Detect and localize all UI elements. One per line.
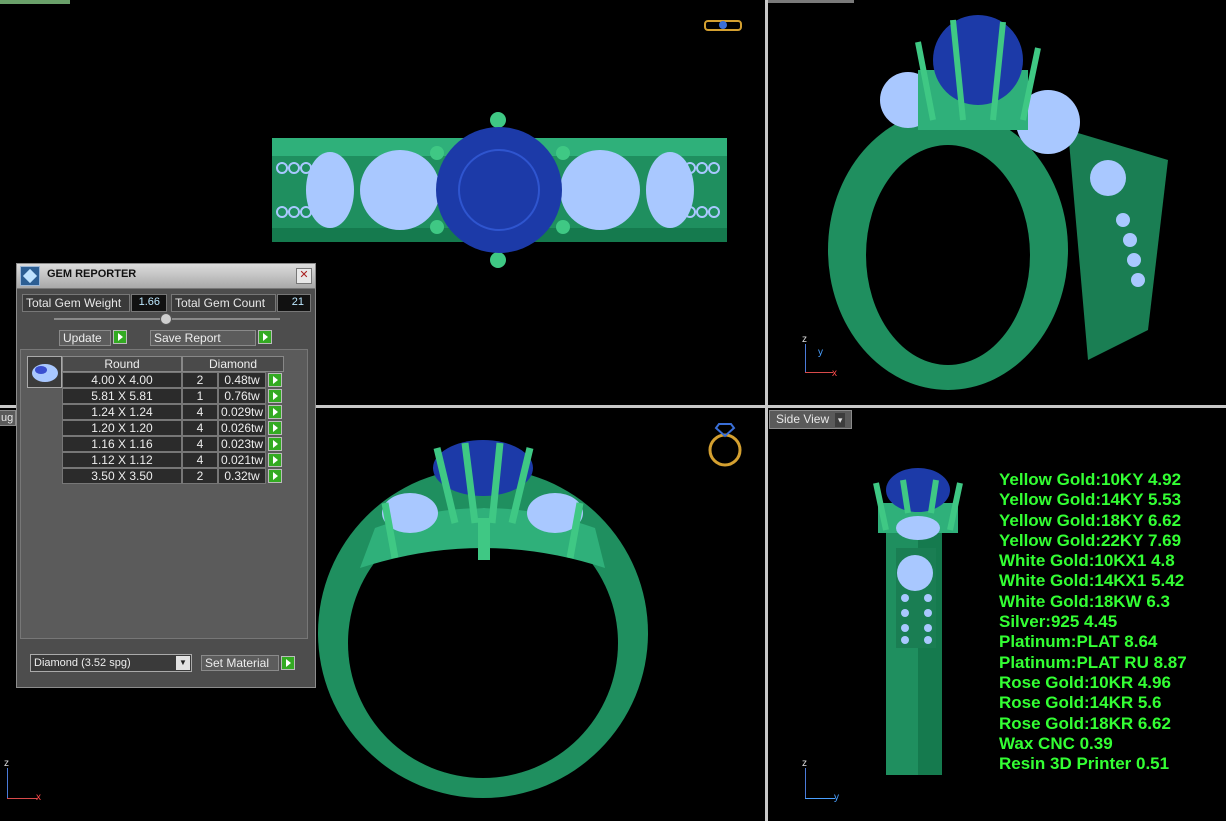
viewport-perspective[interactable]: z y x — [768, 0, 1226, 405]
gem-weight-cell: 0.32tw — [218, 468, 266, 484]
row-go-icon[interactable] — [268, 405, 282, 419]
metal-weight-item: Rose Gold:10KR 4.96 — [999, 672, 1171, 692]
gem-reporter-logo-icon — [20, 266, 40, 286]
gem-weight-cell: 0.026tw — [218, 420, 266, 436]
gem-count-cell: 2 — [182, 372, 218, 388]
row-go-icon[interactable] — [268, 453, 282, 467]
metal-weight-item: Platinum:PLAT 8.64 — [999, 632, 1158, 652]
row-go-icon[interactable] — [268, 421, 282, 435]
metal-weight-item: Wax CNC 0.39 — [999, 733, 1113, 753]
gem-weight-cell: 0.76tw — [218, 388, 266, 404]
gem-count-cell: 4 — [182, 452, 218, 468]
axis-indicator-front: z x — [4, 758, 44, 804]
save-report-go-icon[interactable] — [258, 330, 272, 344]
axis-z-label: z — [802, 334, 807, 345]
shape-column-header: Round — [62, 356, 182, 372]
metal-weight-item: Rose Gold:14KR 5.6 — [999, 693, 1162, 713]
update-button[interactable]: Update — [59, 330, 111, 346]
gem-weight-cell: 0.021tw — [218, 452, 266, 468]
set-material-button[interactable]: Set Material — [201, 655, 279, 671]
row-go-icon[interactable] — [268, 389, 282, 403]
row-go-icon[interactable] — [268, 373, 282, 387]
axis-z-label: z — [4, 758, 9, 769]
metal-weight-item: Yellow Gold:18KY 6.62 — [999, 510, 1182, 530]
metal-weight-item: Resin 3D Printer 0.51 — [999, 754, 1170, 774]
chevron-down-icon[interactable]: ▼ — [176, 656, 190, 670]
metal-weight-item: Platinum:PLAT RU 8.87 — [999, 652, 1187, 672]
gem-count-cell: 4 — [182, 420, 218, 436]
close-icon[interactable]: ✕ — [296, 268, 312, 284]
metal-weight-item: Yellow Gold:22KY 7.69 — [999, 530, 1182, 550]
gem-size-cell: 4.00 X 4.00 — [62, 372, 182, 388]
total-gem-count-value: 21 — [277, 294, 311, 312]
material-select-value: Diamond (3.52 spg) — [34, 657, 131, 669]
total-gem-count-label: Total Gem Count — [171, 294, 276, 312]
gem-weight-cell: 0.48tw — [218, 372, 266, 388]
gem-count-cell: 1 — [182, 388, 218, 404]
total-gem-weight-value: 1.66 — [131, 294, 167, 312]
gem-weight-cell: 0.023tw — [218, 436, 266, 452]
axis-indicator-perspective: z y x — [802, 334, 842, 380]
material-column-header: Diamond — [182, 356, 284, 372]
axis-x-label: x — [832, 368, 837, 379]
gem-reporter-titlebar[interactable]: GEM REPORTER ✕ — [17, 264, 315, 289]
gem-size-cell: 1.12 X 1.12 — [62, 452, 182, 468]
total-gem-weight-label: Total Gem Weight — [22, 294, 130, 312]
axis-y-label: y — [818, 347, 823, 358]
gem-size-cell: 1.24 X 1.24 — [62, 404, 182, 420]
axis-z-label: z — [802, 758, 807, 769]
ring-front-icon[interactable] — [705, 418, 745, 470]
metal-weight-item: Silver:925 4.45 — [999, 612, 1118, 632]
gem-size-cell: 5.81 X 5.81 — [62, 388, 182, 404]
gem-reporter-title: GEM REPORTER — [47, 268, 137, 280]
metal-weight-item: White Gold:14KX1 5.42 — [999, 571, 1185, 591]
round-gem-icon[interactable] — [27, 356, 62, 388]
metal-weight-item: White Gold:10KX1 4.8 — [999, 551, 1175, 571]
ring-top-icon[interactable] — [703, 15, 743, 39]
axis-x-label: x — [36, 792, 41, 803]
axis-y-label: y — [834, 792, 839, 803]
gem-count-cell: 4 — [182, 404, 218, 420]
panel-splitter-handle[interactable] — [160, 313, 172, 325]
metal-weight-item: White Gold:18KW 6.3 — [999, 591, 1170, 611]
gem-size-cell: 1.20 X 1.20 — [62, 420, 182, 436]
gem-weight-cell: 0.029tw — [218, 404, 266, 420]
gem-count-cell: 2 — [182, 468, 218, 484]
row-go-icon[interactable] — [268, 437, 282, 451]
metal-weight-item: Yellow Gold:10KY 4.92 — [999, 470, 1182, 489]
metal-weight-item: Yellow Gold:14KY 5.53 — [999, 490, 1182, 510]
gem-count-cell: 4 — [182, 436, 218, 452]
gem-size-cell: 3.50 X 3.50 — [62, 468, 182, 484]
set-material-go-icon[interactable] — [281, 656, 295, 670]
axis-indicator-side: z y — [802, 758, 842, 804]
save-report-button[interactable]: Save Report — [150, 330, 256, 346]
gem-size-cell: 1.16 X 1.16 — [62, 436, 182, 452]
material-select[interactable]: Diamond (3.52 spg) ▼ — [30, 654, 192, 672]
metal-weight-item: Rose Gold:18KR 6.62 — [999, 713, 1171, 733]
metal-weights-list: Yellow Gold:10KY 4.92 Yellow Gold:14KY 5… — [999, 470, 1187, 774]
update-go-icon[interactable] — [113, 330, 127, 344]
row-go-icon[interactable] — [268, 469, 282, 483]
